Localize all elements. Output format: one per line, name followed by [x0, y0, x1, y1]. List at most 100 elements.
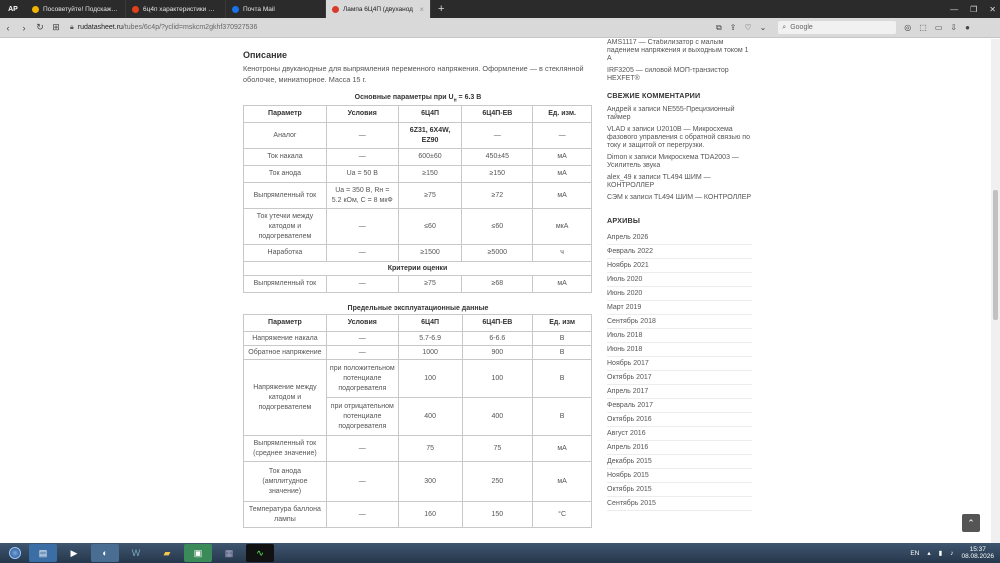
- table-row: Напряжение между катодом и подогревателе…: [243, 359, 592, 437]
- back-icon[interactable]: ‹: [0, 23, 16, 33]
- recent-comment-link[interactable]: Dimon к записи Микросхема TDA2003 — Усил…: [607, 154, 752, 170]
- start-button[interactable]: [4, 544, 26, 562]
- archive-link[interactable]: Декабрь 2015: [607, 455, 752, 469]
- archive-link[interactable]: Июль 2018: [607, 329, 752, 343]
- browser-taskbar-icon[interactable]: ◐: [91, 544, 119, 562]
- tab-close-icon[interactable]: ×: [419, 5, 424, 14]
- browser-tab[interactable]: Посоветуйте! Подскажите!: [26, 0, 126, 18]
- archive-link[interactable]: Октябрь 2015: [607, 483, 752, 497]
- app-taskbar-icon[interactable]: ▣: [184, 544, 212, 562]
- extension-icon[interactable]: ⬚: [919, 23, 927, 32]
- menu-down-icon[interactable]: ⌄: [760, 23, 767, 33]
- word-taskbar-icon[interactable]: W: [122, 544, 150, 562]
- table-cell: при отрицательном потенциале подогревате…: [325, 397, 399, 437]
- clock[interactable]: 15:37 08.08.2026: [961, 546, 994, 560]
- archive-link[interactable]: Ноябрь 2021: [607, 259, 752, 273]
- new-tab-button[interactable]: +: [431, 3, 451, 15]
- close-icon[interactable]: ✕: [989, 5, 996, 14]
- archive-link[interactable]: Июнь 2020: [607, 287, 752, 301]
- folder-taskbar-icon[interactable]: ▰: [153, 544, 181, 562]
- tab-favicon-icon: [332, 5, 339, 13]
- forward-icon[interactable]: ›: [16, 23, 32, 33]
- table1-header: 6Ц4П: [397, 105, 463, 124]
- download-icon[interactable]: ⇩: [950, 23, 957, 32]
- maximize-icon[interactable]: ❐: [970, 5, 977, 14]
- sidebar: AMS1117 — Стабилизатор с малым падением …: [607, 39, 752, 511]
- archive-link[interactable]: Апрель 2026: [607, 231, 752, 245]
- table-cell: 400: [397, 397, 463, 437]
- archive-link[interactable]: Сентябрь 2015: [607, 497, 752, 511]
- browser-tab[interactable]: Почта Mail: [226, 0, 326, 18]
- profile-icon[interactable]: ●: [965, 23, 970, 32]
- table-cell: ≥75: [397, 182, 463, 210]
- save-taskbar-icon[interactable]: ▦: [215, 544, 243, 562]
- browser-tab[interactable]: 6ц4п характеристики — Ян: [126, 0, 226, 18]
- table-cell: мА: [532, 165, 592, 184]
- table-cell: 300: [397, 461, 463, 503]
- camera-icon[interactable]: ◎: [904, 23, 911, 32]
- archive-link[interactable]: Апрель 2016: [607, 441, 752, 455]
- language-indicator[interactable]: EN: [910, 550, 919, 557]
- browser-logo[interactable]: АР: [0, 0, 26, 18]
- tray-arrow-icon[interactable]: ▴: [927, 549, 930, 557]
- archive-link[interactable]: Апрель 2017: [607, 385, 752, 399]
- bookmark-icon[interactable]: ♡: [744, 23, 751, 33]
- table-cell: 5.7-6.9: [397, 331, 463, 347]
- volume-icon[interactable]: ♪: [950, 550, 953, 557]
- url-host: rudatasheet.ru: [77, 24, 123, 31]
- tab-label: 6ц4п характеристики — Ян: [143, 5, 219, 13]
- archive-link[interactable]: Октябрь 2017: [607, 371, 752, 385]
- table-cell: при положительном потенциале подогревате…: [325, 359, 399, 399]
- table-cell: 400: [461, 397, 534, 437]
- table2-header: 6Ц4П: [397, 314, 463, 333]
- table-cell: 600±60: [397, 148, 463, 167]
- reload-icon[interactable]: ↻: [32, 22, 48, 33]
- recent-comment-link[interactable]: СЭМ к записи TL494 ШИМ — КОНТРОЛЛЕР: [607, 194, 752, 202]
- archive-link[interactable]: Февраль 2017: [607, 399, 752, 413]
- sidebar-post-link[interactable]: IRF3205 — силовой МОП-транзистор HEXFET®: [607, 67, 752, 83]
- scrollbar-thumb[interactable]: [993, 190, 998, 320]
- table-row: Напряжение накала —5.7-6.9 6-6.6 В: [243, 331, 592, 347]
- archive-link[interactable]: Октябрь 2016: [607, 413, 752, 427]
- recent-comment-link[interactable]: Андрей к записи NE555-Прецизионный тайме…: [607, 106, 752, 122]
- recent-comment-link[interactable]: VLAD к записи U2010B — Микросхема фазово…: [607, 126, 752, 150]
- snapshot-icon[interactable]: ⧉: [716, 23, 722, 33]
- sidebar-post-link[interactable]: AMS1117 — Стабилизатор с малым падением …: [607, 39, 752, 63]
- article: Описание Кенотроны двуканодные для выпря…: [243, 39, 593, 529]
- comments-heading: СВЕЖИЕ КОММЕНТАРИИ: [607, 91, 701, 100]
- table-cell: 75: [461, 435, 534, 463]
- scroll-to-top-button[interactable]: ⌃: [962, 514, 980, 532]
- scope-taskbar-icon[interactable]: ∿: [246, 544, 274, 562]
- browser-tab[interactable]: Лампа 6Ц4П (двуханод ×: [326, 0, 431, 18]
- wallet-icon[interactable]: ▭: [935, 23, 943, 32]
- archive-link[interactable]: Март 2019: [607, 301, 752, 315]
- page-scrollbar[interactable]: [991, 39, 1000, 543]
- table-cell: 6Z31, 6X4W, EZ90: [397, 122, 463, 150]
- explorer-taskbar-icon[interactable]: ▤: [29, 544, 57, 562]
- network-icon[interactable]: ▮: [939, 549, 943, 557]
- table-row: Наработка — ≥1500 ≥5000 ч: [243, 244, 592, 263]
- speed-dial-icon[interactable]: ⊞: [48, 22, 64, 33]
- minimize-icon[interactable]: —: [950, 5, 958, 14]
- archive-link[interactable]: Ноябрь 2017: [607, 357, 752, 371]
- archive-link[interactable]: Июнь 2018: [607, 343, 752, 357]
- table-cell: 150: [461, 501, 534, 529]
- table-cell: °С: [532, 501, 592, 529]
- archive-link[interactable]: Ноябрь 2015: [607, 469, 752, 483]
- recent-comment-link[interactable]: alex_49 к записи TL494 ШИМ — КОНТРОЛЛЕР: [607, 174, 752, 190]
- search-input[interactable]: ⌕ Google: [778, 21, 897, 34]
- table2-caption: Предельные эксплуатационные данные: [347, 305, 489, 313]
- windows-logo-icon: [9, 547, 21, 559]
- clock-time: 15:37: [969, 546, 986, 553]
- share-icon[interactable]: ⇪: [730, 23, 737, 33]
- archive-link[interactable]: Июль 2020: [607, 273, 752, 287]
- archive-link[interactable]: Сентябрь 2018: [607, 315, 752, 329]
- description-heading: Описание: [243, 50, 288, 60]
- archive-link[interactable]: Август 2016: [607, 427, 752, 441]
- table-cell: ≥150: [461, 165, 534, 184]
- url-field[interactable]: 🔒︎ rudatasheet.ru/tubes/6c4p/?yclid=mskc…: [70, 21, 710, 35]
- archive-link[interactable]: Февраль 2022: [607, 245, 752, 259]
- tab-favicon-icon: [32, 5, 39, 13]
- table-row: Выпрямленный ток Ua = 350 В, Rн = 5.2 кОм…: [243, 182, 592, 210]
- media-taskbar-icon[interactable]: ▶: [60, 544, 88, 562]
